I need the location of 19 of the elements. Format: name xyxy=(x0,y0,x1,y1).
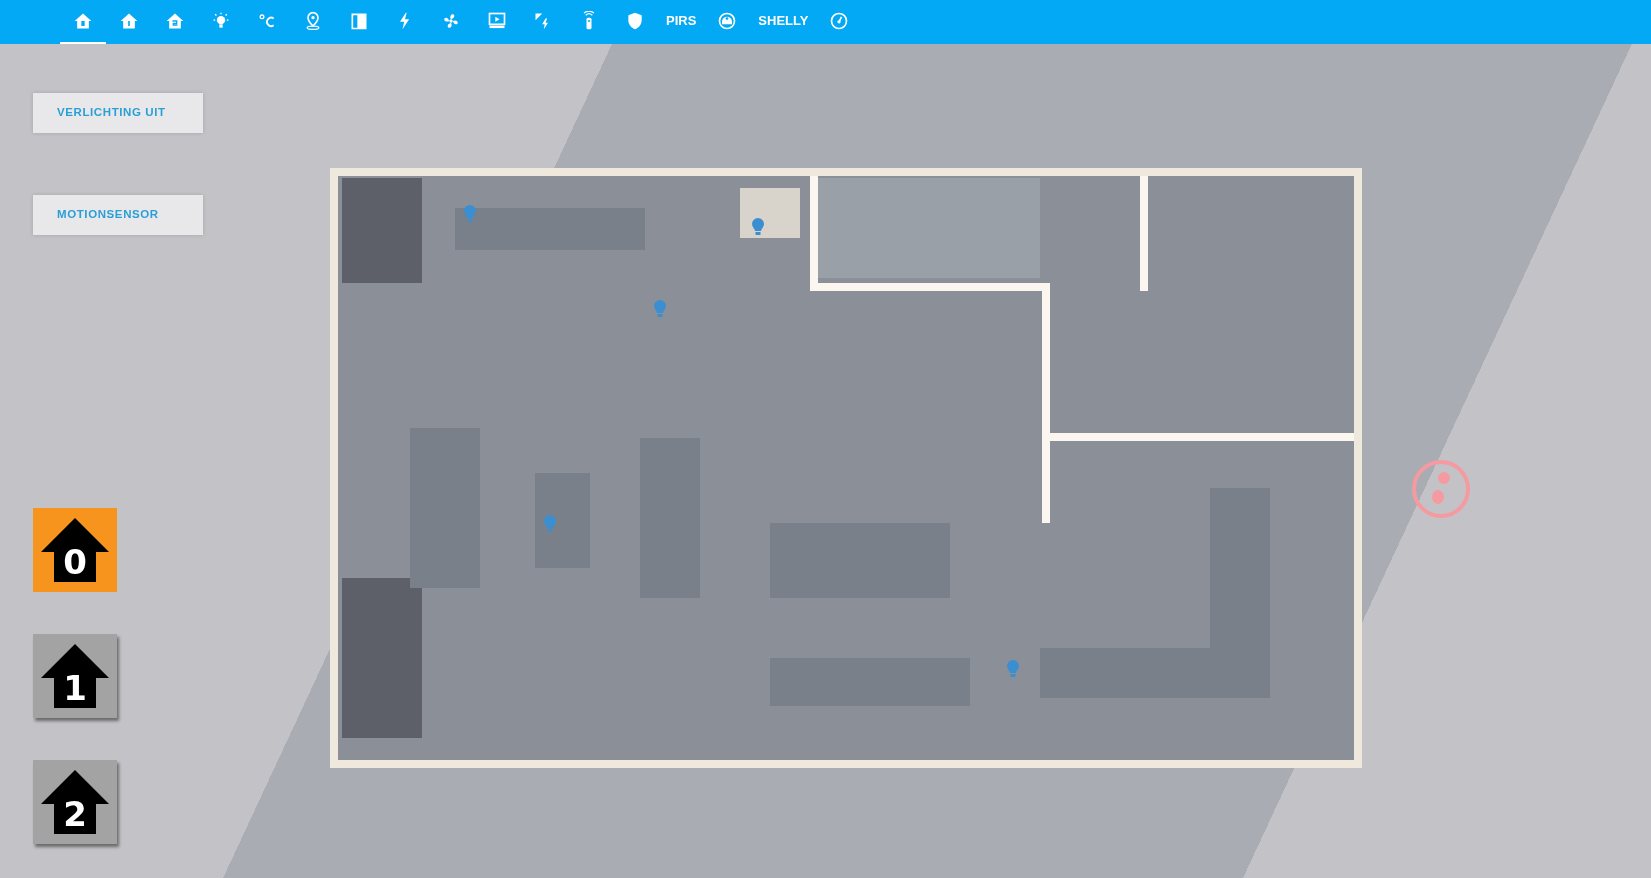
presentation-icon xyxy=(487,11,507,31)
fan-icon xyxy=(441,11,461,31)
light-bulb-icon[interactable] xyxy=(752,218,764,235)
action-button[interactable]: MOTIONSENSOR xyxy=(33,195,203,235)
tab[interactable]: SHELLY xyxy=(750,0,817,44)
home-icon xyxy=(119,11,139,31)
light-bulb-icon xyxy=(211,11,231,31)
home-icon xyxy=(73,11,93,31)
floor-button[interactable]: 0 xyxy=(33,508,117,592)
gauge-icon xyxy=(829,11,850,31)
shield-icon xyxy=(625,11,645,31)
home-icon xyxy=(165,11,185,31)
action-button[interactable]: VERLICHTING UIT xyxy=(33,93,203,133)
door-icon xyxy=(349,11,369,31)
floor-button[interactable]: 2 xyxy=(33,760,117,844)
robot-vacuum-icon xyxy=(717,11,738,31)
tab[interactable]: PIRS xyxy=(658,0,705,44)
floor-button[interactable]: 1 xyxy=(33,634,117,718)
motion-sensor-icon[interactable] xyxy=(1410,458,1472,520)
